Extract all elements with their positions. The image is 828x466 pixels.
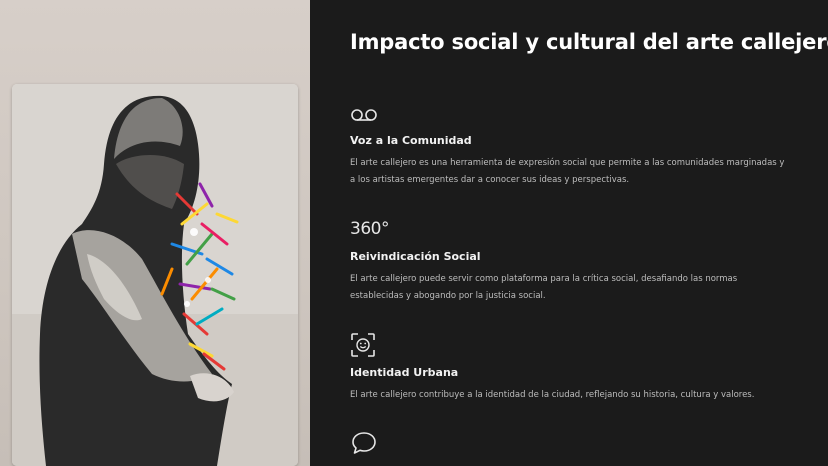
feature-description: El arte callejero puede servir como plat… <box>350 274 738 301</box>
feature-identidad-urbana: Identidad Urbana El arte callejero contr… <box>350 332 790 404</box>
left-image-panel <box>0 0 310 466</box>
feature-heading: Voz a la Comunidad <box>350 134 472 147</box>
voicemail-icon <box>350 100 790 126</box>
feature-description: El arte callejero contribuye a la identi… <box>350 390 755 400</box>
feature-reivindicacion-social: 360° Reivindicación Social El arte calle… <box>350 216 790 305</box>
feature-heading: Identidad Urbana <box>350 366 459 379</box>
slide-title: Impacto social y cultural del arte calle… <box>350 30 828 54</box>
feature-heading: Reivindicación Social <box>350 250 481 263</box>
face-scan-icon <box>350 332 790 358</box>
360-icon: 360° <box>350 216 790 242</box>
feature-voz-comunidad: Voz a la Comunidad El arte callejero es … <box>350 100 790 189</box>
feature-description: El arte callejero es una herramienta de … <box>350 158 785 185</box>
feature-next <box>350 430 790 464</box>
chat-bubble-icon <box>350 430 790 456</box>
360-icon-text: 360° <box>350 219 389 239</box>
street-art-image <box>12 84 298 466</box>
content-panel: Impacto social y cultural del arte calle… <box>310 0 828 466</box>
hooded-figure-artwork <box>12 84 298 466</box>
